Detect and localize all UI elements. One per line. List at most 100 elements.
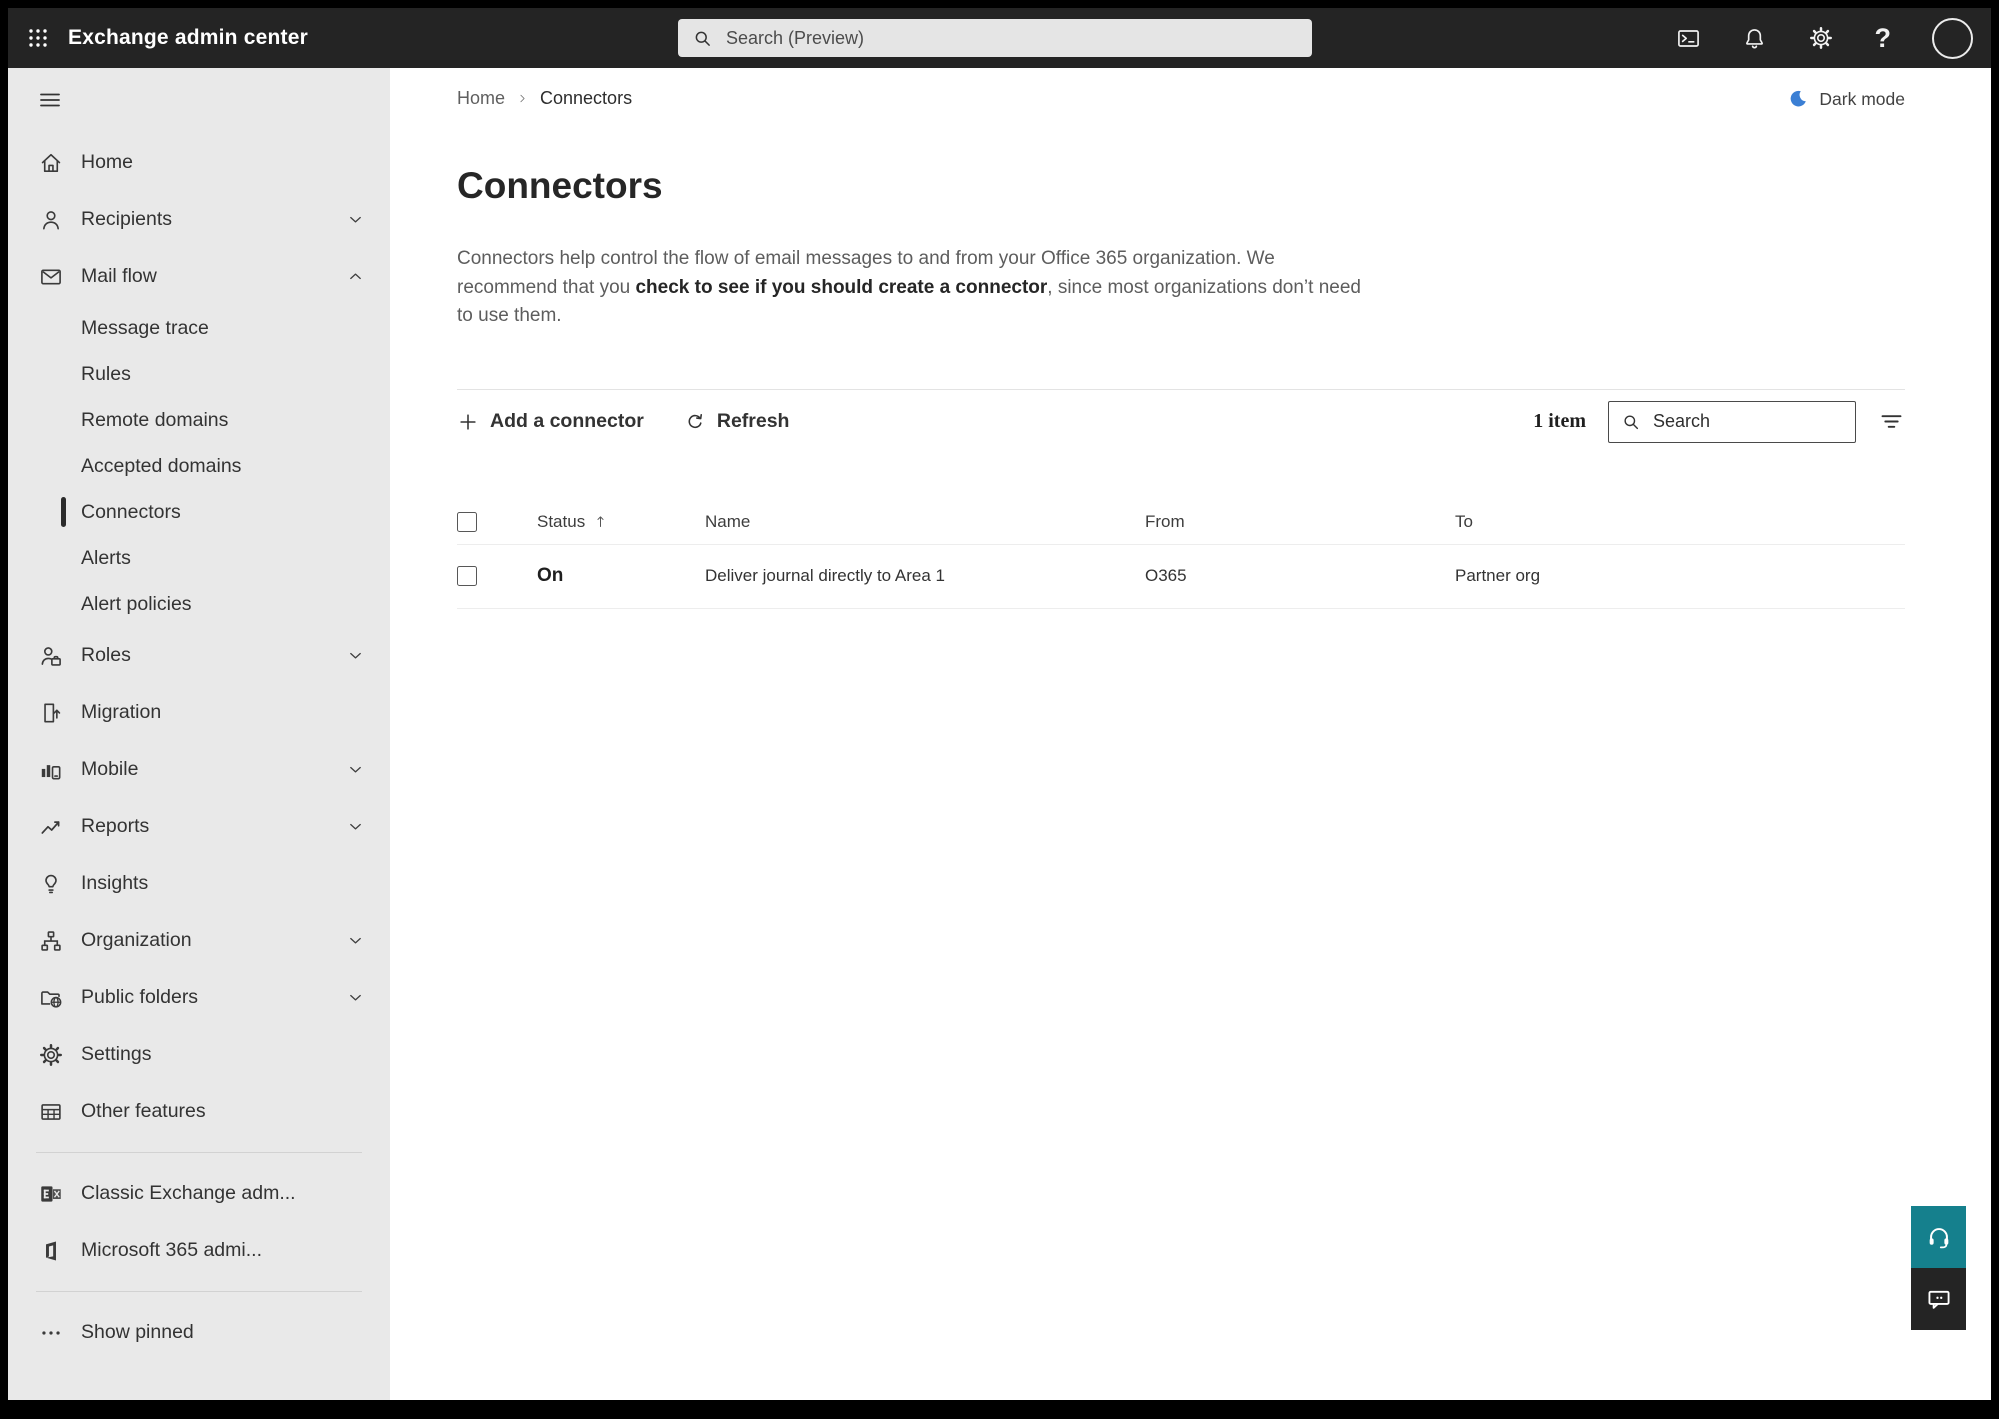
sidebar-item-other-features[interactable]: Other features	[8, 1083, 390, 1140]
breadcrumb: Home Connectors	[457, 88, 1905, 109]
search-icon	[1621, 412, 1641, 432]
sidebar-item-recipients[interactable]: Recipients	[8, 191, 390, 248]
public-folders-icon	[38, 985, 64, 1011]
table-row[interactable]: On Deliver journal directly to Area 1 O365…	[457, 545, 1905, 609]
sidebar-item-label: Accepted domains	[81, 454, 242, 477]
sidebar-item-reports[interactable]: Reports	[8, 798, 390, 855]
column-header-status[interactable]: Status	[520, 512, 690, 532]
feedback-button[interactable]	[1911, 1268, 1966, 1330]
sidebar-item-label: Mail flow	[81, 265, 157, 287]
column-header-name[interactable]: Name	[690, 512, 1130, 532]
chevron-up-icon	[346, 267, 365, 286]
row-checkbox[interactable]	[457, 566, 477, 586]
sidebar-item-insights[interactable]: Insights	[8, 855, 390, 912]
filter-button[interactable]	[1878, 408, 1905, 435]
sidebar-item-label: Microsoft 365 admi...	[81, 1239, 262, 1261]
terminal-button[interactable]	[1676, 26, 1701, 51]
notifications-button[interactable]	[1742, 26, 1767, 51]
gear-icon	[1808, 25, 1834, 51]
chevron-down-icon	[346, 817, 365, 836]
sidebar-item-show-pinned[interactable]: Show pinned	[8, 1304, 390, 1361]
reports-icon	[38, 814, 64, 840]
breadcrumb-current: Connectors	[540, 88, 633, 108]
sidebar-item-connectors[interactable]: Connectors	[8, 489, 390, 535]
main-content: Home Connectors Dark mode Connectors Con…	[390, 68, 1991, 1400]
sidebar: Home Recipients Mail flow Message trace …	[8, 68, 390, 1400]
sidebar-item-roles[interactable]: Roles	[8, 627, 390, 684]
plus-icon	[457, 411, 479, 433]
cell-name: Deliver journal directly to Area 1	[705, 566, 946, 585]
moon-icon	[1787, 88, 1809, 110]
feedback-icon	[1925, 1285, 1953, 1313]
list-search-input[interactable]	[1651, 410, 1843, 433]
breadcrumb-home[interactable]: Home	[457, 88, 505, 109]
sidebar-item-organization[interactable]: Organization	[8, 912, 390, 969]
support-button[interactable]	[1911, 1206, 1966, 1268]
chevron-down-icon	[346, 210, 365, 229]
add-connector-button[interactable]: Add a connector	[457, 410, 644, 433]
table-icon	[38, 1099, 64, 1125]
settings-button[interactable]	[1808, 25, 1834, 51]
sidebar-item-label: Insights	[81, 872, 149, 894]
sidebar-item-mobile[interactable]: Mobile	[8, 741, 390, 798]
sidebar-item-public-folders[interactable]: Public folders	[8, 969, 390, 1026]
refresh-button[interactable]: Refresh	[684, 410, 789, 433]
sidebar-item-remote-domains[interactable]: Remote domains	[8, 397, 390, 443]
sidebar-item-alert-policies[interactable]: Alert policies	[8, 581, 390, 627]
roles-icon	[38, 643, 64, 669]
sidebar-item-label: Remote domains	[81, 408, 229, 431]
headset-icon	[1925, 1223, 1953, 1251]
sidebar-item-mail-flow[interactable]: Mail flow	[8, 248, 390, 305]
sidebar-item-label: Rules	[81, 362, 131, 385]
sidebar-item-alerts[interactable]: Alerts	[8, 535, 390, 581]
create-connector-link[interactable]: check to see if you should create a conn…	[635, 277, 1047, 298]
item-count: 1 item	[1533, 410, 1586, 432]
sidebar-item-label: Other features	[81, 1100, 206, 1122]
sidebar-item-label: Migration	[81, 701, 162, 723]
help-button[interactable]: ?	[1875, 24, 1892, 52]
sidebar-item-label: Classic Exchange adm...	[81, 1182, 296, 1204]
m365-logo-icon	[38, 1238, 64, 1264]
sidebar-item-rules[interactable]: Rules	[8, 351, 390, 397]
mobile-icon	[38, 757, 64, 783]
sidebar-item-label: Alert policies	[81, 592, 192, 615]
app-title: Exchange admin center	[68, 26, 308, 49]
dark-mode-toggle[interactable]: Dark mode	[1787, 88, 1905, 110]
hamburger-icon	[40, 93, 60, 107]
sidebar-item-home[interactable]: Home	[8, 134, 390, 191]
ellipsis-icon	[38, 1320, 64, 1346]
sidebar-item-label: Connectors	[81, 500, 181, 523]
global-search-box[interactable]	[678, 19, 1312, 57]
menu-toggle-button[interactable]	[38, 88, 64, 112]
sidebar-item-label: Home	[81, 151, 134, 173]
select-all-checkbox[interactable]	[457, 511, 477, 532]
top-bar: Exchange admin center ?	[8, 8, 1991, 68]
table-header: Status Name From To	[457, 500, 1905, 545]
bell-icon	[1742, 26, 1767, 51]
sidebar-item-classic-exchange-adm[interactable]: Classic Exchange adm...	[8, 1165, 390, 1222]
sidebar-item-label: Alerts	[81, 546, 131, 569]
insights-icon	[38, 871, 64, 897]
sidebar-item-label: Reports	[81, 815, 150, 837]
column-header-from[interactable]: From	[1130, 512, 1440, 532]
sidebar-item-microsoft-365-admi[interactable]: Microsoft 365 admi...	[8, 1222, 390, 1279]
app-launcher-button[interactable]	[8, 8, 68, 68]
list-search-box[interactable]	[1608, 400, 1856, 443]
terminal-icon	[1676, 26, 1701, 51]
column-header-to[interactable]: To	[1440, 512, 1905, 532]
toolbar-section: Add a connector Refresh 1 item	[457, 388, 1905, 454]
sidebar-item-label: Settings	[81, 1043, 152, 1065]
sidebar-item-label: Organization	[81, 929, 192, 951]
organization-icon	[38, 928, 64, 954]
home-icon	[38, 150, 64, 176]
sidebar-item-migration[interactable]: Migration	[8, 684, 390, 741]
refresh-icon	[684, 411, 706, 433]
filter-icon	[1878, 408, 1905, 435]
global-search-input[interactable]	[724, 26, 1298, 50]
chevron-right-icon	[516, 92, 529, 105]
sidebar-item-message-trace[interactable]: Message trace	[8, 305, 390, 351]
sidebar-item-label: Show pinned	[81, 1321, 194, 1343]
avatar[interactable]	[1932, 17, 1973, 59]
sidebar-item-settings[interactable]: Settings	[8, 1026, 390, 1083]
sidebar-item-accepted-domains[interactable]: Accepted domains	[8, 443, 390, 489]
